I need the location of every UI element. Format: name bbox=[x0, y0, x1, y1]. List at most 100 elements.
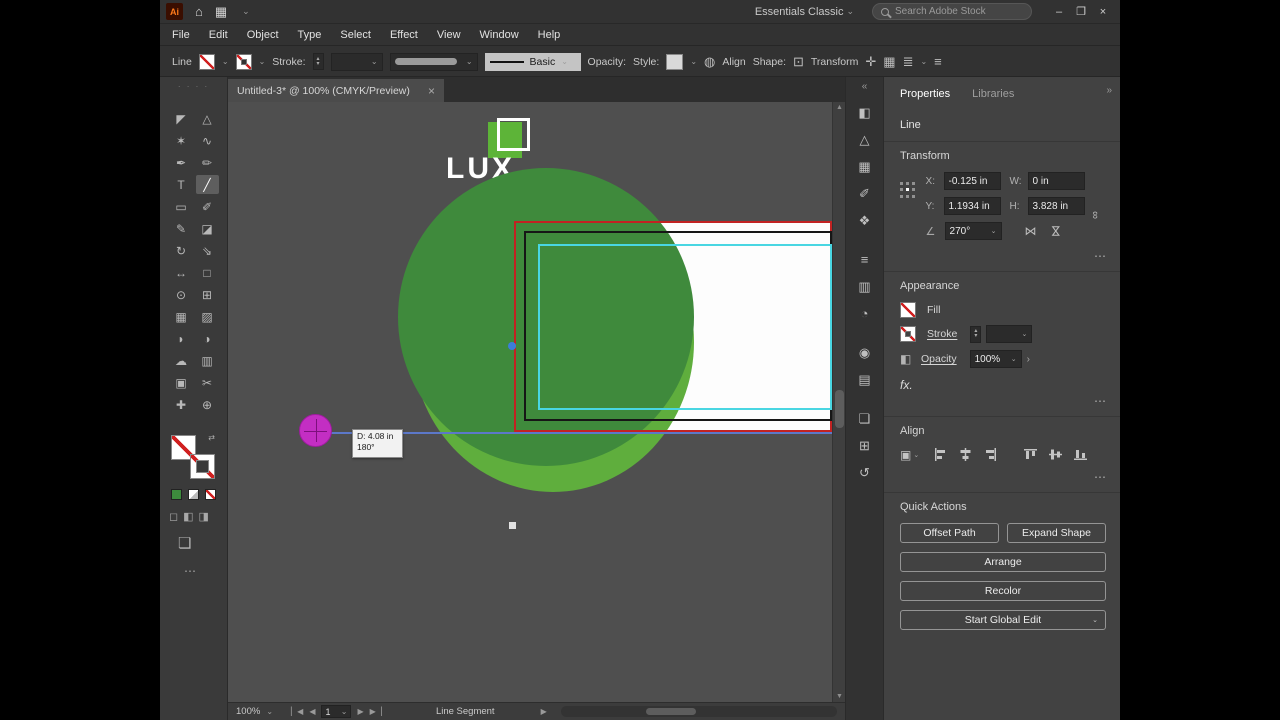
gradient-panel-icon[interactable]: ▥ bbox=[855, 278, 875, 295]
direct-selection-tool[interactable]: △ bbox=[196, 109, 219, 128]
menu-effect[interactable]: Effect bbox=[390, 29, 418, 41]
align-right-button[interactable] bbox=[982, 447, 998, 462]
fill-swatch[interactable] bbox=[198, 53, 215, 70]
brush-definition-select[interactable]: Basic ⌄ bbox=[484, 52, 581, 71]
horizontal-scroll-thumb[interactable] bbox=[646, 708, 697, 715]
menu-edit[interactable]: Edit bbox=[209, 29, 228, 41]
collapse-panels-icon[interactable]: » bbox=[1106, 85, 1112, 96]
appearance-panel-icon[interactable]: ◉ bbox=[855, 344, 875, 361]
menu-object[interactable]: Object bbox=[247, 29, 279, 41]
stroke-swatch[interactable] bbox=[235, 53, 252, 70]
search-input[interactable] bbox=[895, 6, 1023, 17]
previous-artboard-button[interactable]: ◀ bbox=[309, 707, 315, 716]
w-field[interactable] bbox=[1027, 172, 1085, 190]
type-tool[interactable]: T bbox=[170, 175, 193, 194]
transform-label[interactable]: Transform bbox=[811, 56, 858, 68]
vertical-scroll-thumb[interactable] bbox=[835, 390, 844, 428]
align-top-button[interactable] bbox=[1022, 447, 1038, 462]
last-artboard-button[interactable]: ▶▕ bbox=[370, 707, 382, 716]
pencil-tool[interactable]: ✎ bbox=[170, 219, 193, 238]
artboard-tool[interactable]: ▣ bbox=[170, 373, 193, 392]
horizontal-scrollbar[interactable] bbox=[560, 706, 837, 717]
scroll-down-icon[interactable]: ▼ bbox=[833, 693, 845, 700]
align-more-options-icon[interactable]: ⋯ bbox=[1094, 470, 1106, 484]
mesh-tool[interactable]: ▦ bbox=[170, 307, 193, 326]
color-panel-icon[interactable]: ◧ bbox=[855, 104, 875, 121]
variable-width-profile-select[interactable]: ⌄ bbox=[389, 52, 478, 71]
chevron-right-icon[interactable]: › bbox=[1027, 354, 1030, 365]
rows-view-icon[interactable]: ≣ bbox=[903, 54, 914, 70]
free-transform-tool[interactable]: □ bbox=[196, 263, 219, 282]
swap-fill-stroke-icon[interactable]: ⇄ bbox=[208, 433, 215, 442]
draw-inside-icon[interactable]: ◨ bbox=[199, 510, 209, 523]
first-artboard-button[interactable]: ▏◀ bbox=[291, 707, 303, 716]
graphic-styles-panel-icon[interactable]: ▤ bbox=[855, 371, 875, 388]
stroke-weight-select[interactable]: ⌄ bbox=[330, 52, 383, 71]
align-middle-vertical-button[interactable] bbox=[1047, 447, 1063, 462]
stroke-label[interactable]: Stroke: bbox=[272, 56, 305, 68]
menu-file[interactable]: File bbox=[172, 29, 190, 41]
close-button[interactable]: × bbox=[1092, 3, 1114, 21]
stroke-panel-icon[interactable]: ≡ bbox=[855, 251, 875, 268]
brushes-panel-icon[interactable]: ✐ bbox=[855, 185, 875, 202]
lasso-tool[interactable]: ∿ bbox=[196, 131, 219, 150]
slice-tool[interactable]: ✂ bbox=[196, 373, 219, 392]
artboard-number-input[interactable] bbox=[325, 706, 340, 717]
tab-properties[interactable]: Properties bbox=[900, 88, 950, 100]
eyedropper-tool[interactable]: ◗ bbox=[170, 329, 193, 348]
arrange-documents-icon[interactable]: ▦ bbox=[215, 4, 227, 20]
shape-builder-tool[interactable]: ⊙ bbox=[170, 285, 193, 304]
edit-toolbar-icon[interactable]: ⋯ bbox=[184, 564, 196, 578]
perspective-grid-tool[interactable]: ⊞ bbox=[196, 285, 219, 304]
chevron-down-icon[interactable]: ⌄ bbox=[266, 707, 273, 716]
close-document-icon[interactable]: × bbox=[428, 84, 435, 98]
fill-swatch[interactable] bbox=[900, 302, 916, 318]
flip-vertical-icon[interactable]: ⋈ bbox=[1049, 221, 1063, 241]
magic-wand-tool[interactable]: ✶ bbox=[170, 131, 193, 150]
constrain-proportions-icon[interactable]: ∞ bbox=[1089, 211, 1101, 219]
curvature-tool[interactable]: ✏ bbox=[196, 153, 219, 172]
rectangle-tool[interactable]: ▭ bbox=[170, 197, 193, 216]
scale-tool[interactable]: ⇘ bbox=[196, 241, 219, 260]
gradient-tool[interactable]: ▨ bbox=[196, 307, 219, 326]
color-swatch-green[interactable] bbox=[171, 489, 182, 500]
vertical-scrollbar[interactable]: ▲ ▼ bbox=[832, 102, 845, 702]
stroke-weight-stepper[interactable]: ▴ ▾ bbox=[970, 325, 982, 343]
recolor-artwork-icon[interactable]: ◍ bbox=[704, 54, 715, 70]
blend-tool[interactable]: ◑ bbox=[196, 329, 219, 348]
column-graph-tool[interactable]: ▥ bbox=[196, 351, 219, 370]
chevron-down-icon[interactable]: ⌄ bbox=[222, 57, 229, 66]
menu-type[interactable]: Type bbox=[298, 29, 322, 41]
rotation-angle-select[interactable]: 270° ⌄ bbox=[944, 222, 1002, 240]
cyan-outline-rectangle[interactable] bbox=[538, 244, 832, 410]
x-field[interactable] bbox=[943, 172, 1001, 190]
stroke-color-proxy[interactable] bbox=[190, 454, 215, 479]
home-icon[interactable]: ⌂ bbox=[195, 4, 203, 19]
stroke-weight-stepper[interactable]: ▴ ▾ bbox=[312, 53, 324, 70]
chevron-down-icon[interactable]: ⌄ bbox=[259, 57, 266, 66]
align-to-select[interactable]: ▣ ⌄ bbox=[900, 448, 919, 462]
color-swatch-gradient[interactable] bbox=[188, 489, 199, 500]
history-panel-icon[interactable]: ↺ bbox=[855, 464, 875, 481]
workspace-switcher[interactable]: Essentials Classic ⌄ bbox=[755, 6, 854, 18]
anchor-point[interactable] bbox=[508, 342, 516, 350]
menu-select[interactable]: Select bbox=[340, 29, 371, 41]
symbol-sprayer-tool[interactable]: ☁ bbox=[170, 351, 193, 370]
draw-normal-icon[interactable]: ◻ bbox=[169, 510, 178, 523]
rotate-tool[interactable]: ↻ bbox=[170, 241, 193, 260]
next-artboard-button[interactable]: ▶ bbox=[357, 707, 363, 716]
menu-view[interactable]: View bbox=[437, 29, 461, 41]
graphic-style-swatch[interactable] bbox=[666, 53, 684, 70]
eraser-tool[interactable]: ◪ bbox=[196, 219, 219, 238]
artboard-navigation[interactable]: ⌄ bbox=[321, 705, 352, 718]
opacity-select[interactable]: 100% ⌄ bbox=[969, 350, 1022, 368]
logo-outline-square[interactable] bbox=[497, 118, 530, 151]
h-field[interactable] bbox=[1027, 197, 1085, 215]
grid-view-icon[interactable]: ▦ bbox=[883, 54, 895, 70]
chevron-down-icon[interactable]: ⌄ bbox=[920, 57, 927, 66]
zoom-level[interactable]: 100% bbox=[236, 706, 260, 717]
width-tool[interactable]: ↔ bbox=[170, 263, 193, 282]
color-swatch-none[interactable] bbox=[205, 489, 216, 500]
toolbar-drag-handle[interactable]: · · · · bbox=[160, 77, 227, 91]
start-global-edit-button[interactable]: Start Global Edit ⌄ bbox=[900, 610, 1106, 630]
